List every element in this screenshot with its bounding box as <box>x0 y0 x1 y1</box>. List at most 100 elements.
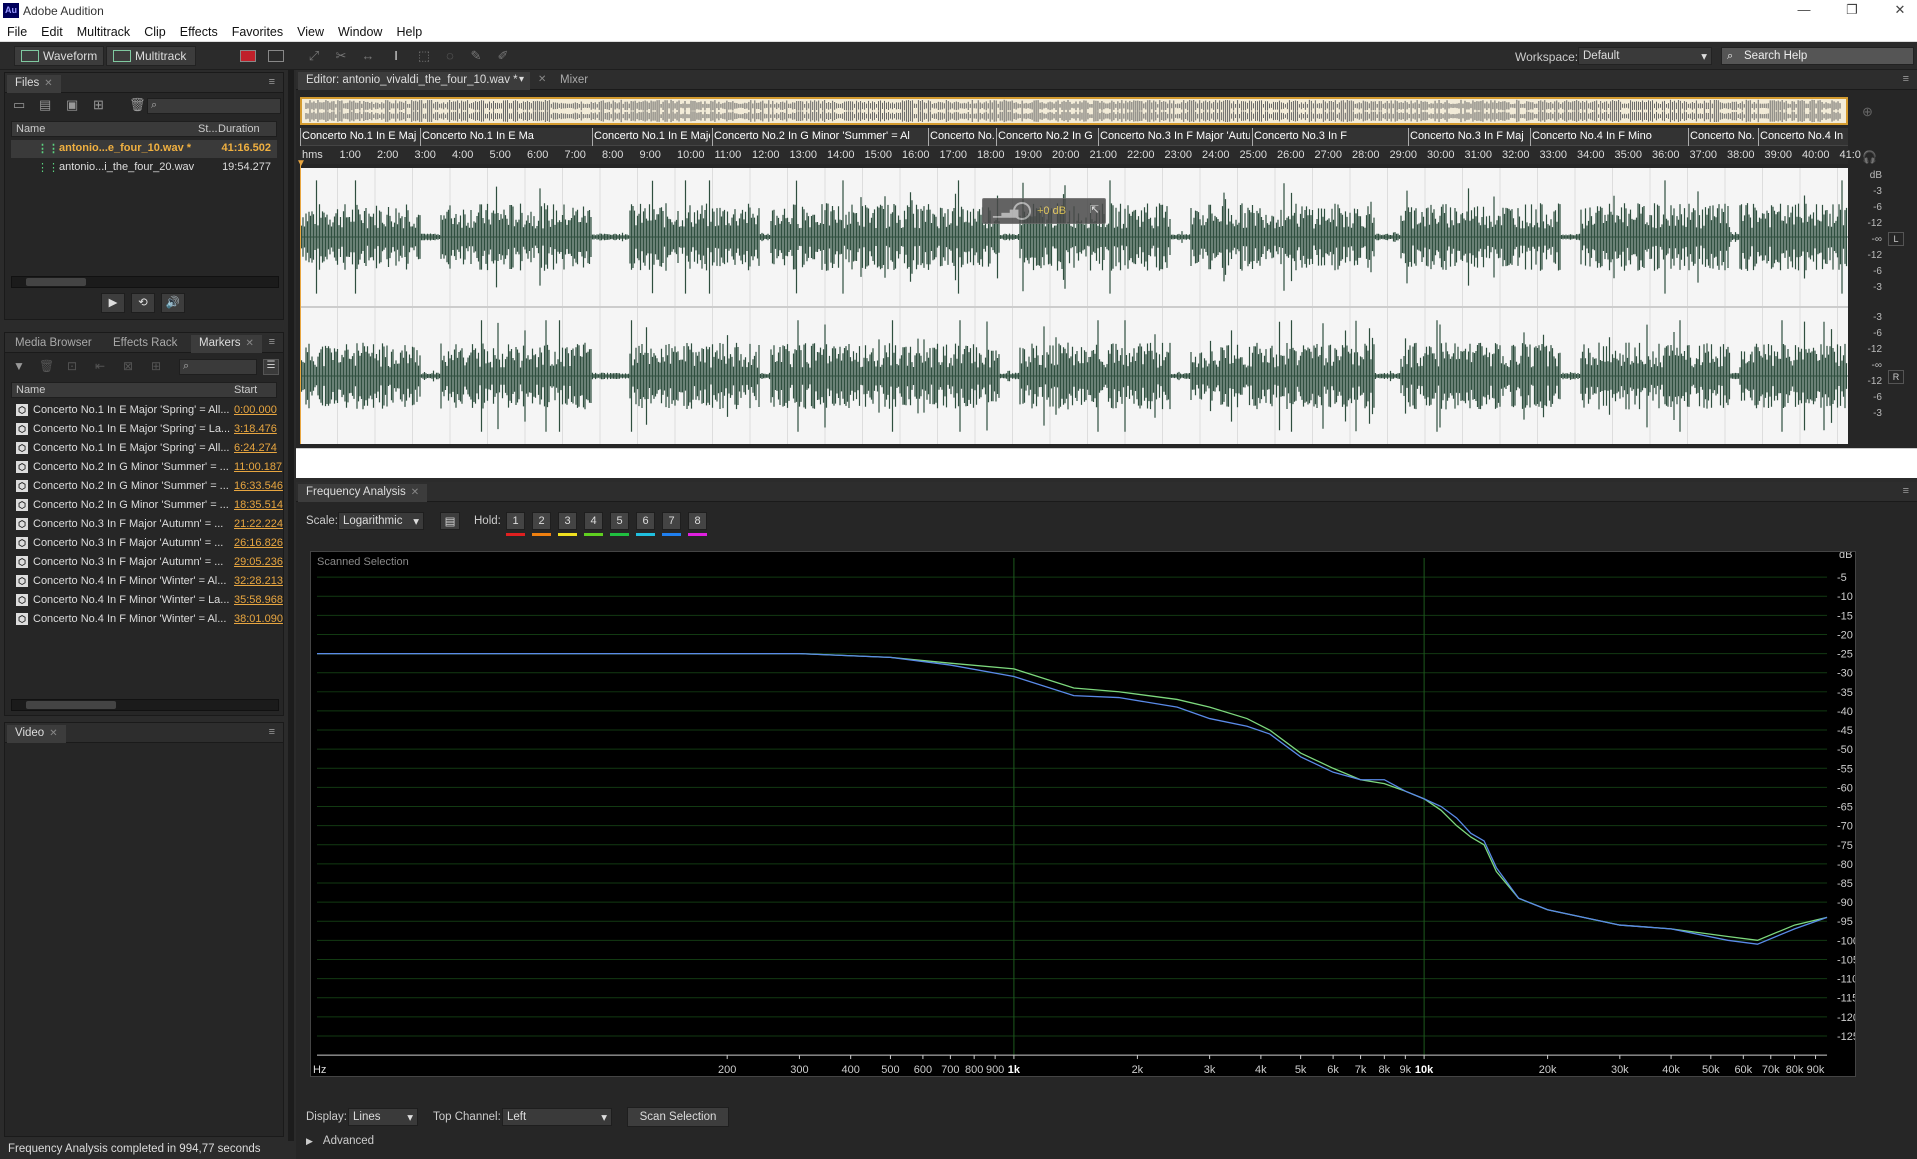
marker-row[interactable]: ⬡ Concerto No.3 In F Major 'Autumn' = ...… <box>11 534 283 553</box>
marker-row[interactable]: ⬡ Concerto No.1 In E Major 'Spring' = La.… <box>11 420 277 439</box>
razor-tool-icon[interactable]: ✂ <box>333 48 349 64</box>
top-channel-select[interactable]: Left <box>502 1108 612 1126</box>
marker-row[interactable]: ⬡ Concerto No.2 In G Minor 'Summer' = ...… <box>11 458 282 477</box>
files-search-input[interactable]: ⌕ <box>147 98 281 114</box>
marquee-tool-icon[interactable]: ⬚ <box>416 48 432 64</box>
waveform-left-channel[interactable] <box>300 168 1848 306</box>
chevron-down-icon[interactable]: ▾ <box>519 74 524 85</box>
hold-button-5[interactable]: 5 <box>610 512 629 530</box>
zoom-icon[interactable]: ⊕ <box>1862 104 1873 120</box>
marker-label[interactable]: Concerto No.3 In F <box>1254 130 1406 142</box>
loop-icon[interactable]: ⟲ <box>131 293 155 313</box>
menu-help[interactable]: Help <box>389 22 429 39</box>
tab-mixer[interactable]: Mixer <box>552 72 596 90</box>
menu-clip[interactable]: Clip <box>137 22 173 39</box>
marker-row[interactable]: ⬡ Concerto No.1 In E Major 'Spring' = All… <box>11 439 277 458</box>
advanced-disclosure[interactable]: ▶ Advanced <box>306 1135 374 1147</box>
marker-label[interactable]: Concerto No.4 In F Min <box>1760 130 1846 142</box>
close-icon[interactable]: ✕ <box>411 487 419 498</box>
menu-edit[interactable]: Edit <box>34 22 70 39</box>
tab-effects-rack[interactable]: Effects Rack <box>105 335 185 353</box>
display-select[interactable]: Lines <box>348 1108 418 1126</box>
tab-files[interactable]: Files ✕ <box>7 75 61 93</box>
spectral-display-icon[interactable] <box>240 50 256 62</box>
merge-marker-icon[interactable]: ⊡ <box>67 359 77 373</box>
hold-button-7[interactable]: 7 <box>662 512 681 530</box>
multitrack-button[interactable]: Multitrack <box>106 46 196 66</box>
tab-editor[interactable]: Editor: antonio_vivaldi_the_four_10.wav … <box>298 72 530 90</box>
time-ruler[interactable]: hms 1:00 2:00 3:00 4:00 5:00 6:00 7:00 8:00 9:00 1… <box>300 146 1861 164</box>
hold-button-2[interactable]: 2 <box>532 512 551 530</box>
marker-row[interactable]: ⬡ Concerto No.1 In E Major 'Spring' = All… <box>11 401 277 420</box>
marker-label[interactable]: Concerto No. <box>1690 130 1756 142</box>
file-row[interactable]: ⋮⋮ antonio...e_four_10.wav * 41:16.502 <box>11 140 277 158</box>
overview-waveform[interactable] <box>300 97 1848 125</box>
tab-markers[interactable]: Markers ✕ <box>191 335 262 353</box>
menu-file[interactable]: File <box>0 22 34 39</box>
delete-icon[interactable]: 🗑 <box>129 97 146 113</box>
open-folder-icon[interactable]: ▭ <box>13 97 25 113</box>
scale-select[interactable]: Logarithmic <box>338 512 424 530</box>
pin-icon[interactable]: ⇱ <box>1090 203 1099 216</box>
restore-button[interactable]: ❐ <box>1838 2 1866 20</box>
marker-row[interactable]: ⬡ Concerto No.4 In F Minor 'Winter' = Al.… <box>11 610 283 629</box>
close-icon[interactable]: ✕ <box>538 74 546 85</box>
amplitude-hud[interactable]: ▁▃▅ +0 dB ⇱ <box>982 198 1106 224</box>
prev-marker-icon[interactable]: ⇤ <box>95 359 105 373</box>
marker-label[interactable]: Concerto No.1 In E Maj <box>302 130 418 142</box>
marker-label[interactable]: Concerto No.4 In F Mino <box>1532 130 1686 142</box>
autoplay-icon[interactable]: 🔊 <box>161 293 185 313</box>
marker-row[interactable]: ⬡ Concerto No.3 In F Major 'Autumn' = ...… <box>11 515 283 534</box>
marker-row[interactable]: ⬡ Concerto No.2 In G Minor 'Summer' = ...… <box>11 496 283 515</box>
search-help-input[interactable]: ⌕ Search Help <box>1721 47 1914 65</box>
file-row[interactable]: ⋮⋮ antonio...i_the_four_20.wav 19:54.277 <box>11 159 277 177</box>
marker-label[interactable]: Concerto No.3 In F Maj <box>1410 130 1528 142</box>
workspace-select[interactable]: Default <box>1578 47 1712 65</box>
panel-menu-icon[interactable]: ≡ <box>1903 485 1909 497</box>
marker-label[interactable]: Concerto No.2 In G Minor 'Summer' = Al <box>714 130 926 142</box>
panel-menu-icon[interactable]: ≡ <box>269 76 275 88</box>
markers-search-input[interactable]: ⌕ <box>179 359 257 375</box>
tab-video[interactable]: Video ✕ <box>7 725 66 743</box>
waveform-button[interactable]: Waveform <box>14 46 104 66</box>
hold-button-3[interactable]: 3 <box>558 512 577 530</box>
marker-row[interactable]: ⬡ Concerto No.4 In F Minor 'Winter' = La.… <box>11 591 283 610</box>
markers-hscrollbar[interactable] <box>11 699 279 711</box>
marker-label[interactable]: Concerto No.3 In F Major 'Autumn' <box>1100 130 1250 142</box>
menu-window[interactable]: Window <box>331 22 389 39</box>
tab-frequency-analysis[interactable]: Frequency Analysis ✕ <box>298 484 428 502</box>
editor-scroll-track[interactable] <box>296 448 1917 478</box>
hold-button-1[interactable]: 1 <box>506 512 525 530</box>
pitch-display-icon[interactable] <box>268 50 284 62</box>
spot-healing-icon[interactable]: ✐ <box>495 48 511 64</box>
volume-knob[interactable] <box>1013 202 1031 220</box>
time-selection-tool-icon[interactable]: I <box>388 48 404 64</box>
hold-button-4[interactable]: 4 <box>584 512 603 530</box>
minimize-button[interactable]: — <box>1790 2 1818 20</box>
close-icon[interactable]: ✕ <box>44 78 52 89</box>
marker-label[interactable]: Concerto No.1 In E Major 'Spring <box>594 130 710 142</box>
hold-button-6[interactable]: 6 <box>636 512 655 530</box>
hold-button-8[interactable]: 8 <box>688 512 707 530</box>
slip-tool-icon[interactable]: ↔ <box>360 48 376 64</box>
panel-menu-icon[interactable]: ≡ <box>1903 73 1909 85</box>
close-button[interactable]: ✕ <box>1886 2 1914 20</box>
marker-label[interactable]: Concerto No. <box>930 130 994 142</box>
panel-menu-icon[interactable]: ≡ <box>269 336 275 348</box>
new-file-icon[interactable]: ▣ <box>66 97 78 113</box>
playhead-marker[interactable]: ▼ <box>296 158 306 169</box>
panel-splitter[interactable] <box>288 70 294 1141</box>
marker-label[interactable]: Concerto No.1 In E Ma <box>422 130 590 142</box>
menu-multitrack[interactable]: Multitrack <box>70 22 137 39</box>
marker-row[interactable]: ⬡ Concerto No.4 In F Minor 'Winter' = Al.… <box>11 572 283 591</box>
play-icon[interactable]: ▶ <box>101 293 125 313</box>
channel-right-toggle[interactable]: R <box>1888 370 1904 384</box>
add-marker-icon[interactable]: ▼ <box>13 359 25 373</box>
marker-row[interactable]: ⬡ Concerto No.3 In F Major 'Autumn' = ...… <box>11 553 283 572</box>
menu-favorites[interactable]: Favorites <box>225 22 290 39</box>
menu-view[interactable]: View <box>290 22 331 39</box>
close-icon[interactable]: ✕ <box>246 338 254 349</box>
marker-row[interactable]: ⬡ Concerto No.2 In G Minor 'Summer' = ...… <box>11 477 283 496</box>
brush-tool-icon[interactable]: ✎ <box>468 48 484 64</box>
frequency-analysis-graph[interactable]: -5 -10 -15 -20 -25 -30 -35 -40 -45 -50 -55 -60 -65 -7… <box>310 551 1856 1077</box>
